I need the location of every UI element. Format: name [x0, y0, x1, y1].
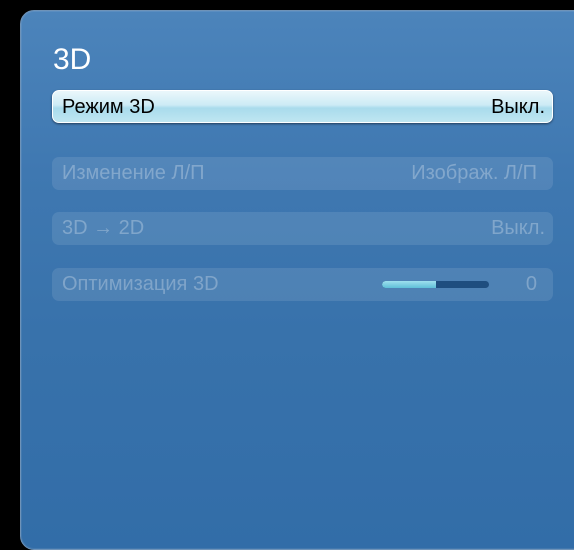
slider-fill [382, 281, 436, 288]
menu-item-lr-change[interactable]: Изменение Л/П Изображ. Л/П [52, 157, 553, 190]
menu-item-3d-mode[interactable]: Режим 3D Выкл. [52, 90, 553, 123]
menu-item-value: 0 [525, 273, 537, 295]
menu-item-label: Оптимизация 3D [62, 273, 219, 295]
menu-title: 3D [53, 43, 92, 76]
menu-item-value: Выкл. [491, 96, 545, 118]
menu-item-label: 3D → 2D [62, 217, 145, 239]
menu-item-label: Изменение Л/П [62, 162, 205, 184]
menu-item-3d-optimization[interactable]: Оптимизация 3D 0 [52, 268, 553, 301]
menu-item-label: Режим 3D [62, 96, 155, 118]
menu-item-3d-to-2d[interactable]: 3D → 2D Выкл. [52, 212, 553, 245]
menu-item-value: Выкл. [491, 217, 545, 239]
optimization-slider[interactable] [382, 281, 489, 288]
menu-item-value: Изображ. Л/П [411, 162, 537, 184]
